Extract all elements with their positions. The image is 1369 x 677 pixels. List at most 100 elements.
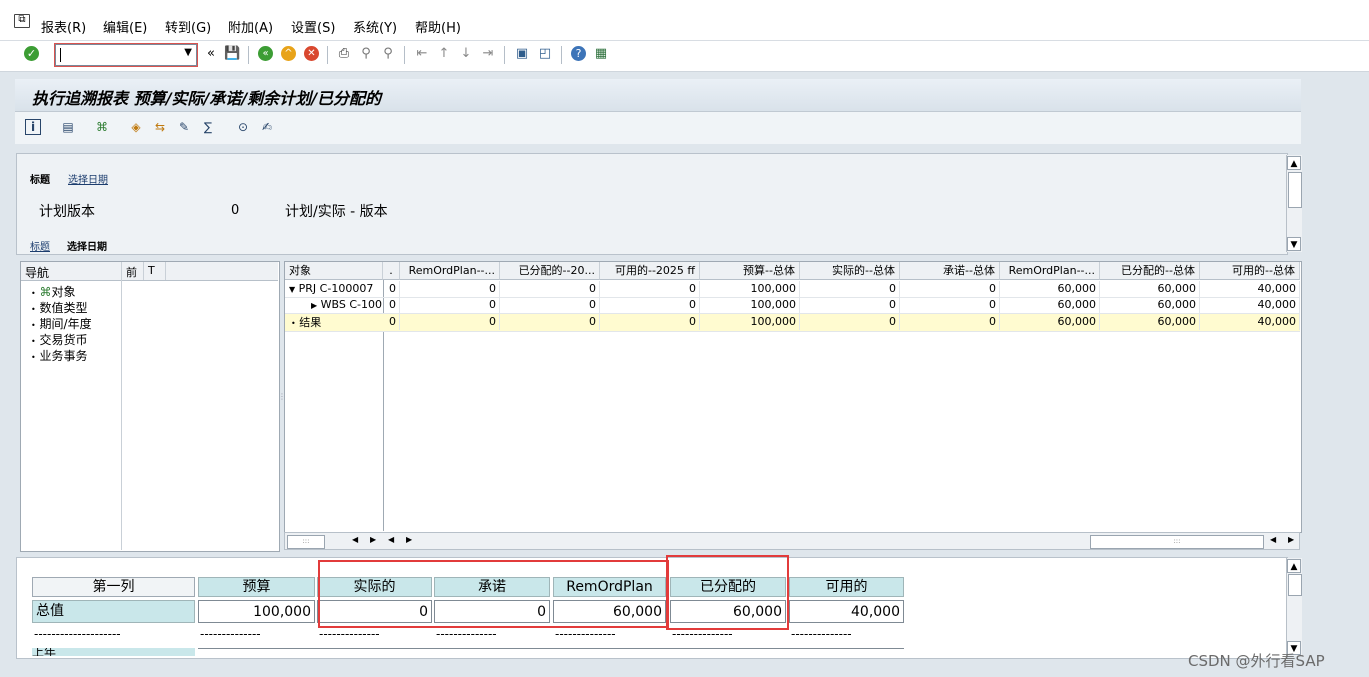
first-page-icon[interactable]: ⇤ — [414, 46, 430, 62]
scroll-left-icon[interactable]: ◀ — [388, 535, 394, 544]
grid-cell[interactable]: 0 — [900, 297, 1000, 313]
chevron-down-icon[interactable]: ▼ — [184, 47, 192, 58]
new-session-icon[interactable]: ▣ — [514, 46, 530, 62]
cancel-icon[interactable]: ✕ — [304, 46, 319, 61]
print-icon[interactable]: ⎙ — [336, 46, 352, 62]
grid-cell[interactable]: 60,000 — [1000, 281, 1100, 297]
collapse-icon[interactable]: « — [203, 46, 219, 62]
scroll-thumb[interactable] — [1288, 574, 1302, 596]
tab-select-date-link[interactable]: 选择日期 — [68, 171, 108, 186]
grid-header-remordplan-year[interactable]: RemOrdPlan--... — [400, 262, 500, 280]
menu-report[interactable]: 报表(R) — [41, 17, 86, 36]
shortcut-icon[interactable]: ◰ — [537, 46, 553, 62]
select-layout-icon[interactable]: ▤ — [60, 119, 76, 135]
grid-cell[interactable]: 0 — [900, 314, 1000, 330]
drilldown-icon[interactable]: ◈ — [128, 119, 144, 135]
grid-cell[interactable]: 0 — [600, 281, 700, 297]
help-icon[interactable]: ? — [571, 46, 586, 61]
hierarchy-icon[interactable]: ⌘ — [94, 119, 110, 135]
customize-layout-icon[interactable]: ▦ — [593, 46, 609, 62]
scroll-right-icon[interactable]: ▶ — [1288, 535, 1294, 544]
grid-cell[interactable]: 0 — [384, 314, 400, 330]
totals-value-available[interactable]: 40,000 — [789, 600, 904, 623]
grid-cell[interactable]: 40,000 — [1200, 297, 1300, 313]
menu-settings[interactable]: 设置(S) — [291, 17, 335, 36]
nav-item-business-transaction[interactable]: • 业务事务 — [31, 347, 88, 364]
menu-extras[interactable]: 附加(A) — [228, 17, 273, 36]
tab-select-date-active[interactable]: 选择日期 — [67, 238, 107, 253]
grid-header-allocated-year[interactable]: 已分配的--20... — [500, 262, 600, 280]
exit-icon[interactable]: ^ — [281, 46, 296, 61]
grid-row-object[interactable]: ▼ PRJ C-100007 — [289, 282, 383, 295]
grid-cell[interactable]: 0 — [500, 281, 600, 297]
scroll-right-icon[interactable]: ▶ — [370, 535, 376, 544]
save-icon[interactable]: 💾 — [224, 46, 240, 62]
expand-down-icon[interactable]: ▼ — [289, 285, 295, 294]
totals-header-first-column[interactable]: 第一列 — [32, 577, 195, 597]
grid-cell[interactable]: 60,000 — [1000, 314, 1100, 330]
grid-header-commitment-total[interactable]: 承诺--总体 — [900, 262, 1000, 280]
grid-cell[interactable]: 0 — [800, 281, 900, 297]
sum-icon[interactable]: ∑ — [200, 119, 216, 135]
grid-cell[interactable]: 100,000 — [700, 314, 800, 330]
grid-cell[interactable]: 0 — [800, 314, 900, 330]
grid-header-remordplan-total[interactable]: RemOrdPlan--... — [1000, 262, 1100, 280]
grid-cell[interactable]: 0 — [500, 314, 600, 330]
grid-header-actual-total[interactable]: 实际的--总体 — [800, 262, 900, 280]
tab-title-link[interactable]: 标题 — [30, 238, 50, 253]
menu-system[interactable]: 系统(Y) — [353, 17, 397, 36]
grid-cell[interactable]: 100,000 — [700, 281, 800, 297]
grid-cell[interactable]: 0 — [600, 297, 700, 313]
grid-header-allocated-total[interactable]: 已分配的--总体 — [1100, 262, 1200, 280]
grid-cell[interactable]: 0 — [600, 314, 700, 330]
expand-right-icon[interactable]: ▶ — [311, 301, 317, 310]
back-icon[interactable]: « — [258, 46, 273, 61]
grid-header-available-total[interactable]: 可用的--总体 — [1200, 262, 1300, 280]
grid-scroll-thumb-left[interactable]: ::: — [287, 535, 325, 549]
scroll-up-icon[interactable]: ▲ — [1287, 156, 1301, 170]
totals-value-budget[interactable]: 100,000 — [198, 600, 315, 623]
grid-cell[interactable]: 0 — [500, 297, 600, 313]
grid-cell[interactable]: 0 — [400, 314, 500, 330]
grid-cell[interactable]: 100,000 — [700, 297, 800, 313]
scroll-up-icon[interactable]: ▲ — [1287, 559, 1301, 573]
change-icon[interactable]: ✍ — [259, 119, 275, 135]
grid-header-available-2025[interactable]: 可用的--2025 ff — [600, 262, 700, 280]
menu-help[interactable]: 帮助(H) — [415, 17, 461, 36]
nav-col-front[interactable]: 前 — [126, 264, 137, 280]
grid-header-budget-total[interactable]: 预算--总体 — [700, 262, 800, 280]
prev-page-icon[interactable]: ↑ — [436, 46, 452, 62]
scroll-thumb[interactable] — [1288, 172, 1302, 208]
totals-header-budget[interactable]: 预算 — [198, 577, 315, 597]
info-icon[interactable]: i — [25, 119, 41, 135]
grid-cell[interactable]: 0 — [384, 281, 400, 297]
nav-col-t[interactable]: T — [148, 264, 155, 277]
next-page-icon[interactable]: ↓ — [458, 46, 474, 62]
tab-title-active[interactable]: 标题 — [30, 171, 50, 186]
grid-cell[interactable]: 40,000 — [1200, 281, 1300, 297]
grid-row-object[interactable]: • 结果 — [291, 314, 321, 330]
grid-row-object[interactable]: ▶ WBS C-100 — [311, 298, 383, 311]
grid-scroll-thumb-right[interactable]: ::: — [1090, 535, 1264, 549]
scroll-right-icon[interactable]: ▶ — [406, 535, 412, 544]
totals-header-available[interactable]: 可用的 — [789, 577, 904, 597]
find-icon[interactable]: ⚲ — [358, 46, 374, 62]
nav-item-value-type[interactable]: • 数值类型 — [31, 299, 88, 316]
grid-cell[interactable]: 60,000 — [1100, 314, 1200, 330]
find-next-icon[interactable]: ⚲ — [380, 46, 396, 62]
nav-item-object[interactable]: • ⌘对象 — [31, 283, 76, 300]
grid-cell[interactable]: 0 — [400, 297, 500, 313]
swap-icon[interactable]: ⇆ — [152, 119, 168, 135]
grid-cell[interactable]: 0 — [384, 297, 400, 313]
splitter-handle[interactable]: ⋮ — [278, 392, 286, 412]
grid-cell[interactable]: 0 — [800, 297, 900, 313]
menu-edit[interactable]: 编辑(E) — [103, 17, 147, 36]
grid-cell[interactable]: 60,000 — [1100, 297, 1200, 313]
grid-cell[interactable]: 60,000 — [1000, 297, 1100, 313]
grid-cell[interactable]: 0 — [400, 281, 500, 297]
nav-item-period[interactable]: • 期间/年度 — [31, 315, 92, 332]
edit-icon[interactable]: ✎ — [176, 119, 192, 135]
nav-item-currency[interactable]: • 交易货币 — [31, 331, 88, 348]
command-field[interactable]: ▼ — [54, 43, 198, 67]
check-icon[interactable]: ✓ — [24, 46, 39, 61]
